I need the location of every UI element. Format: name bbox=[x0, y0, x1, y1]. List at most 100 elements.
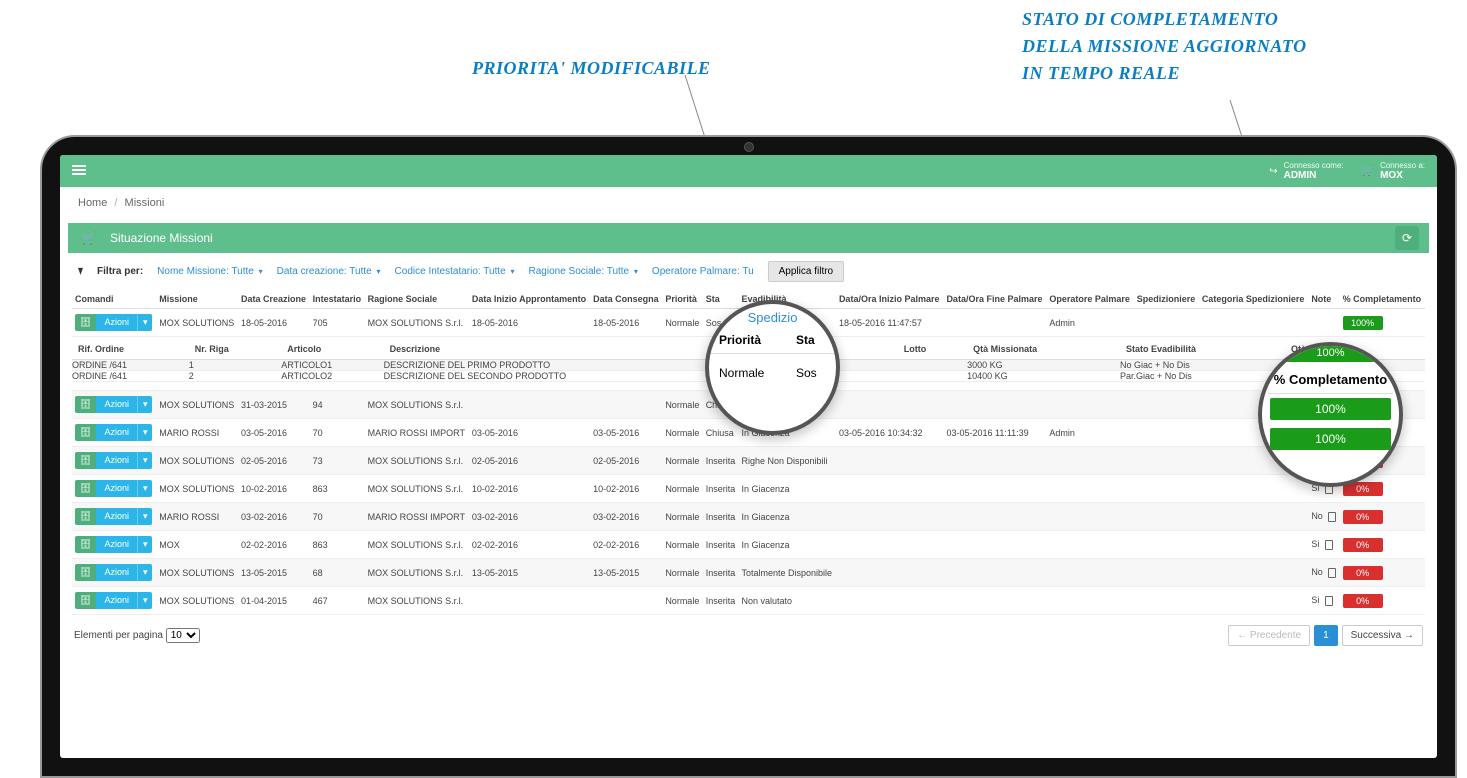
archive-icon[interactable]: 🗄 bbox=[75, 592, 96, 609]
row-actions[interactable]: 🗄 Azioni ▾ bbox=[75, 508, 152, 525]
cell-pstart bbox=[836, 475, 944, 503]
filter-operator[interactable]: Operatore Palmare: Tu bbox=[652, 266, 754, 277]
row-actions[interactable]: 🗄 Azioni ▾ bbox=[75, 396, 152, 413]
cell-catsped bbox=[1199, 559, 1309, 587]
cell-sped bbox=[1134, 309, 1199, 337]
next-page-button[interactable]: Successiva → bbox=[1342, 625, 1423, 646]
actions-caret[interactable]: ▾ bbox=[137, 592, 153, 609]
completion-badge: 0% bbox=[1343, 594, 1383, 608]
filter-mission-name[interactable]: Nome Missione: Tutte bbox=[157, 266, 263, 277]
cell-ragione: MARIO ROSSI IMPORT bbox=[365, 503, 469, 531]
actions-button[interactable]: Azioni bbox=[96, 396, 137, 413]
col-completamento: % Completamento bbox=[1340, 290, 1425, 309]
cell-sped bbox=[1134, 503, 1199, 531]
apply-filter-button[interactable]: Applica filtro bbox=[768, 261, 844, 282]
filter-creation-date[interactable]: Data creazione: Tutte bbox=[277, 266, 381, 277]
actions-caret[interactable]: ▾ bbox=[137, 424, 153, 441]
cell-priority: Normale bbox=[662, 419, 702, 447]
lens-pct-2: 100% bbox=[1270, 428, 1391, 450]
col-note: Note bbox=[1308, 290, 1339, 309]
menu-button[interactable] bbox=[72, 163, 92, 180]
connection-button[interactable]: 🛒 Connesso a: MOX bbox=[1362, 161, 1425, 181]
cell-priority: Normale bbox=[662, 475, 702, 503]
actions-button[interactable]: Azioni bbox=[96, 564, 137, 581]
cell-priority: Normale bbox=[662, 503, 702, 531]
cell-start: 10-02-2016 bbox=[469, 475, 590, 503]
actions-caret[interactable]: ▾ bbox=[137, 564, 153, 581]
cell-note: Si bbox=[1308, 587, 1339, 615]
breadcrumb-home[interactable]: Home bbox=[78, 197, 107, 209]
completion-badge: 0% bbox=[1343, 566, 1383, 580]
row-actions[interactable]: 🗄 Azioni ▾ bbox=[75, 424, 152, 441]
actions-button[interactable]: Azioni bbox=[96, 314, 137, 331]
archive-icon[interactable]: 🗄 bbox=[75, 564, 96, 581]
actions-caret[interactable]: ▾ bbox=[137, 480, 153, 497]
row-actions[interactable]: 🗄 Azioni ▾ bbox=[75, 480, 152, 497]
archive-icon[interactable]: 🗄 bbox=[75, 452, 96, 469]
actions-button[interactable]: Azioni bbox=[96, 452, 137, 469]
cell-mission: MOX SOLUTIONS bbox=[156, 309, 238, 337]
laptop-frame: ↪ Connesso come: ADMIN 🛒 Connesso a: MOX bbox=[40, 135, 1457, 778]
per-page-select[interactable]: 10 bbox=[166, 628, 200, 643]
cell-catsped bbox=[1199, 503, 1309, 531]
cell-pend bbox=[943, 309, 1046, 337]
breadcrumb: Home / Missioni bbox=[60, 187, 1437, 223]
cell-delivery: 03-05-2016 bbox=[590, 419, 662, 447]
table-row: 🗄 Azioni ▾ MOX SOLUTIONS 02-05-2016 73 M… bbox=[72, 447, 1425, 475]
cell-delivery: 03-02-2016 bbox=[590, 503, 662, 531]
lens-col-state: Sta bbox=[796, 333, 826, 347]
actions-button[interactable]: Azioni bbox=[96, 424, 137, 441]
cell-state: Inserita bbox=[703, 587, 739, 615]
row-actions[interactable]: 🗄 Azioni ▾ bbox=[75, 536, 152, 553]
cell-pct: 0% bbox=[1340, 587, 1425, 615]
cell-priority: Normale bbox=[662, 531, 702, 559]
cell-priority: Normale bbox=[662, 309, 702, 337]
actions-caret[interactable]: ▾ bbox=[137, 508, 153, 525]
row-actions[interactable]: 🗄 Azioni ▾ bbox=[75, 564, 152, 581]
cell-pstart bbox=[836, 391, 944, 419]
cell-pend bbox=[943, 475, 1046, 503]
dcol-ref: Rif. Ordine bbox=[72, 339, 189, 360]
logout-button[interactable]: ↪ Connesso come: ADMIN bbox=[1269, 161, 1343, 181]
connected-to-label: Connesso a: bbox=[1380, 161, 1425, 170]
annotation-priority: PRIORITA' MODIFICABILE bbox=[472, 58, 711, 79]
dcol-qm: Qtà Missionata bbox=[967, 339, 1120, 360]
cell-code: 467 bbox=[310, 587, 365, 615]
actions-caret[interactable]: ▾ bbox=[137, 452, 153, 469]
actions-button[interactable]: Azioni bbox=[96, 508, 137, 525]
actions-button[interactable]: Azioni bbox=[96, 536, 137, 553]
col-inizio-appr: Data Inizio Approntamento bbox=[469, 290, 590, 309]
table-row: 🗄 Azioni ▾ MARIO ROSSI 03-02-2016 70 MAR… bbox=[72, 503, 1425, 531]
actions-caret[interactable]: ▾ bbox=[137, 536, 153, 553]
refresh-button[interactable]: ⟳ bbox=[1395, 226, 1419, 250]
row-actions[interactable]: 🗄 Azioni ▾ bbox=[75, 314, 152, 331]
col-stato: Sta bbox=[703, 290, 739, 309]
archive-icon[interactable]: 🗄 bbox=[75, 424, 96, 441]
actions-caret[interactable]: ▾ bbox=[137, 314, 153, 331]
cell-catsped bbox=[1199, 587, 1309, 615]
cell-code: 94 bbox=[310, 391, 365, 419]
archive-icon[interactable]: 🗄 bbox=[75, 396, 96, 413]
filter-ragione[interactable]: Ragione Sociale: Tutte bbox=[529, 266, 638, 277]
archive-icon[interactable]: 🗄 bbox=[75, 480, 96, 497]
actions-caret[interactable]: ▾ bbox=[137, 396, 153, 413]
cell-code: 863 bbox=[310, 531, 365, 559]
cell-delivery: 02-02-2016 bbox=[590, 531, 662, 559]
row-actions[interactable]: 🗄 Azioni ▾ bbox=[75, 452, 152, 469]
table-footer: Elementi per pagina 10 ← Precedente 1 Su… bbox=[60, 615, 1437, 656]
page-1-button[interactable]: 1 bbox=[1314, 625, 1338, 646]
actions-button[interactable]: Azioni bbox=[96, 480, 137, 497]
archive-icon[interactable]: 🗄 bbox=[75, 508, 96, 525]
filter-code[interactable]: Codice Intestatario: Tutte bbox=[395, 266, 515, 277]
col-operatore: Operatore Palmare bbox=[1046, 290, 1133, 309]
dcol-lot: Lotto bbox=[898, 339, 967, 360]
archive-icon[interactable]: 🗄 bbox=[75, 536, 96, 553]
archive-icon[interactable]: 🗄 bbox=[75, 314, 96, 331]
actions-button[interactable]: Azioni bbox=[96, 592, 137, 609]
cell-start bbox=[469, 391, 590, 419]
row-actions[interactable]: 🗄 Azioni ▾ bbox=[75, 592, 152, 609]
cell-mission: MARIO ROSSI bbox=[156, 503, 238, 531]
cell-date: 10-02-2016 bbox=[238, 475, 310, 503]
col-ragione: Ragione Sociale bbox=[365, 290, 469, 309]
prev-page-button[interactable]: ← Precedente bbox=[1228, 625, 1310, 646]
